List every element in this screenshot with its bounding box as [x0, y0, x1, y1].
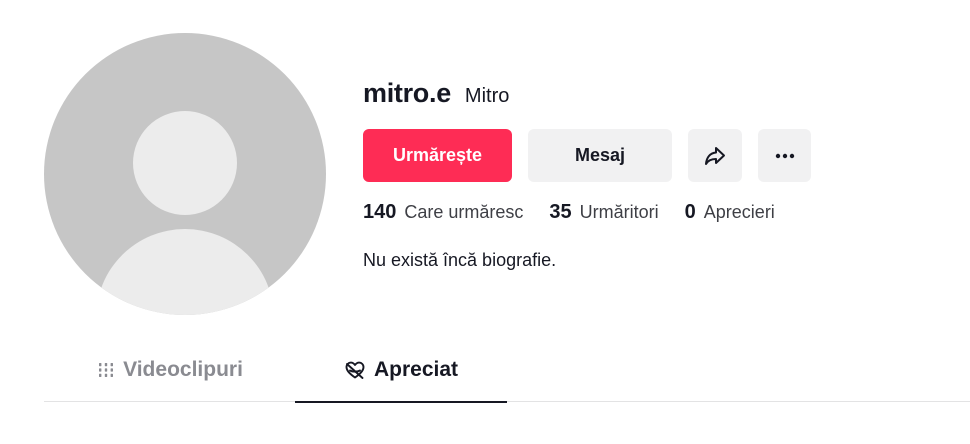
share-arrow-icon [705, 146, 725, 165]
avatar-placeholder-head [133, 111, 237, 215]
message-button[interactable]: Mesaj [528, 129, 672, 182]
stat-followers[interactable]: 35 Urmăritori [549, 201, 658, 224]
stat-likes: 0 Aprecieri [685, 201, 775, 224]
tab-videos[interactable]: Videoclipuri [44, 338, 296, 402]
bio-text: Nu există încă biografie. [363, 250, 557, 270]
grid-icon [97, 361, 115, 379]
profile-name-row: mitro.e Mitro [363, 78, 509, 112]
profile-actions: Urmărește Mesaj [363, 129, 811, 182]
tab-liked-label: Apreciat [373, 358, 459, 381]
share-button[interactable] [688, 129, 742, 182]
profile-tabs: Videoclipuri Apreciat [44, 338, 970, 403]
avatar [44, 33, 326, 315]
followers-count: 35 [549, 201, 572, 223]
stat-following[interactable]: 140 Care urmăresc [363, 201, 523, 224]
heart-hidden-icon [344, 360, 366, 380]
profile-stats: 140 Care urmăresc 35 Urmăritori 0 Apreci… [363, 201, 801, 224]
nickname: Mitro [464, 85, 510, 107]
following-count: 140 [363, 201, 397, 223]
followers-label: Urmăritori [579, 202, 659, 222]
tab-videos-label: Videoclipuri [123, 358, 243, 381]
more-dots-icon [775, 153, 794, 158]
likes-count: 0 [684, 201, 696, 223]
active-tab-indicator [295, 401, 507, 403]
likes-label: Aprecieri [703, 202, 775, 222]
username: mitro.e [363, 78, 451, 108]
avatar-placeholder-body [96, 229, 274, 315]
follow-button[interactable]: Urmărește [363, 129, 512, 182]
following-label: Care urmăresc [404, 202, 524, 222]
more-button[interactable] [758, 129, 811, 182]
tab-liked[interactable]: Apreciat [295, 338, 507, 403]
